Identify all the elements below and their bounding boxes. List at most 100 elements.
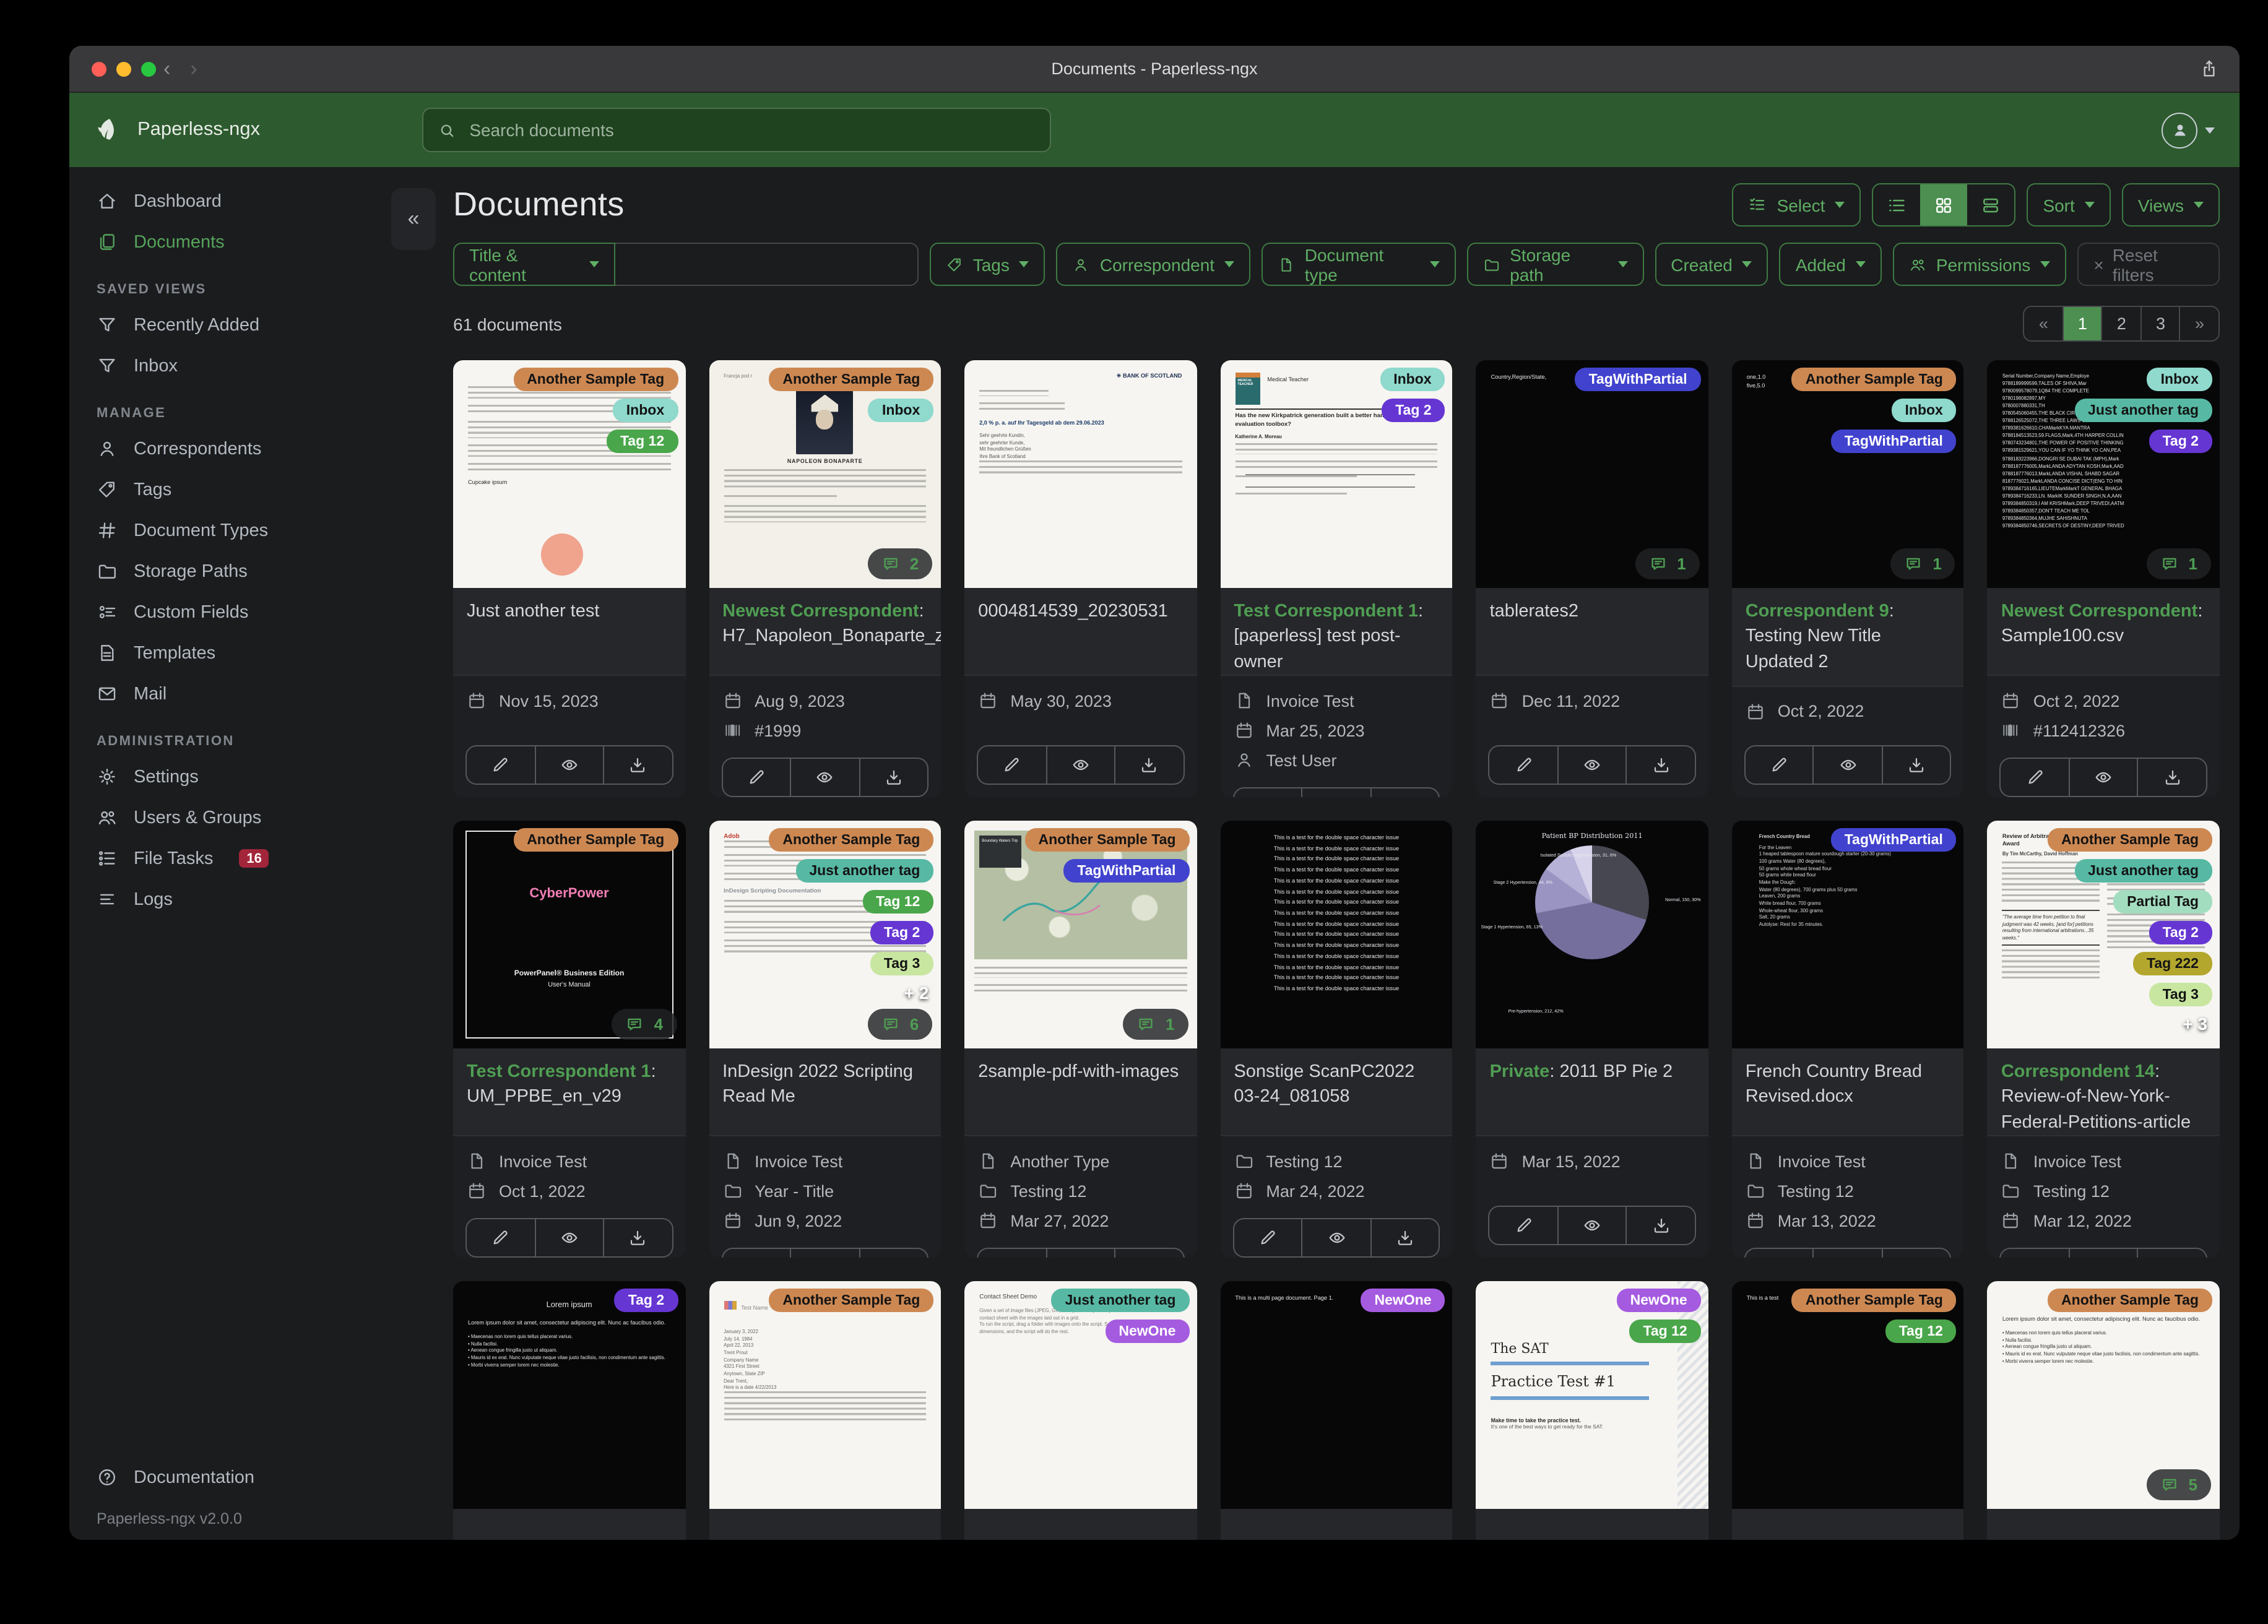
document-title-box[interactable]: Sonstige ScanPC2022 03-24_081058 — [1220, 1048, 1453, 1136]
sort-button[interactable]: Sort — [2027, 183, 2111, 227]
tag-pill[interactable]: Just another tag — [2074, 859, 2212, 883]
document-card[interactable]: French Country Bread For the Leaven 1 heap… — [1731, 821, 1964, 1258]
sidebar-item-settings[interactable]: Settings — [69, 756, 441, 797]
tag-pill[interactable]: Just another tag — [795, 859, 934, 883]
edit-document-button[interactable] — [467, 1219, 534, 1256]
tag-pill[interactable]: Tag 12 — [1629, 1320, 1701, 1343]
document-card[interactable]: ✳ BANK OF SCOTLAND 2,0 % p. a. auf Ihr T… — [964, 360, 1197, 797]
pagination-page-3[interactable]: 3 — [2140, 307, 2179, 340]
tag-pill[interactable]: NewOne — [1361, 1289, 1445, 1312]
view-document-button[interactable] — [2068, 1249, 2137, 1258]
document-title-box[interactable]: Newest Correspondent: Sample100.csv — [1987, 588, 2220, 676]
tag-pill[interactable]: Tag 12 — [606, 430, 678, 453]
document-title-box[interactable]: Just another test — [453, 588, 686, 676]
view-document-button[interactable] — [1301, 1219, 1370, 1256]
document-title-box[interactable]: Correspondent 9: Testing New Title Updat… — [1731, 588, 1964, 687]
zoom-window-button[interactable] — [141, 61, 156, 76]
edit-document-button[interactable] — [978, 746, 1045, 784]
view-list-button[interactable] — [1873, 184, 1920, 225]
tag-pill[interactable]: Another Sample Tag — [1791, 368, 1957, 391]
download-document-button[interactable] — [603, 1219, 672, 1256]
sidebar-item-correspondents[interactable]: Correspondents — [69, 428, 441, 469]
document-preview[interactable]: Serial Number,Company Name,Employe 978818… — [1987, 360, 2220, 588]
document-title-box[interactable] — [1987, 1509, 2220, 1540]
edit-document-button[interactable] — [1490, 746, 1557, 784]
edit-document-button[interactable] — [467, 746, 534, 784]
document-title-box[interactable] — [453, 1509, 686, 1540]
tags-filter-button[interactable]: Tags — [929, 243, 1045, 286]
document-card[interactable]: Lorem ipsum Lorem ipsum dolor sit amet, … — [1987, 1281, 2220, 1540]
document-preview[interactable]: one,1.0 five,5.0 Another Sample Tag Inbox Ta… — [1731, 360, 1964, 588]
search-input[interactable] — [467, 119, 1035, 141]
tag-pill[interactable]: Inbox — [1380, 368, 1445, 391]
document-card[interactable]: Test Name January 3, 2022 July 14, 1984 Ap… — [709, 1281, 941, 1540]
document-preview[interactable]: Adob InDesign Scripting Documentation An… — [709, 821, 941, 1048]
tag-pill[interactable]: Tag 12 — [862, 890, 934, 914]
view-grid-button[interactable] — [1920, 184, 1968, 225]
tag-pill[interactable]: Just another tag — [2074, 399, 2212, 422]
tag-pill[interactable]: Inbox — [1891, 399, 1957, 422]
edit-document-button[interactable] — [722, 1249, 790, 1258]
document-preview[interactable]: French Country Bread For the Leaven 1 heap… — [1731, 821, 1964, 1048]
reset-filters-button[interactable]: × Reset filters — [2077, 243, 2220, 286]
document-card[interactable]: The SAT Practice Test #1 Make time to ta… — [1476, 1281, 1708, 1540]
title-content-dropdown[interactable]: Title & content — [453, 243, 615, 286]
tag-pill[interactable]: TagWithPartial — [1063, 859, 1190, 883]
document-title-box[interactable] — [1731, 1509, 1964, 1540]
download-document-button[interactable] — [1625, 746, 1695, 784]
document-correspondent[interactable]: Test Correspondent 1 — [1234, 602, 1418, 621]
tag-pill[interactable]: Tag 2 — [870, 921, 934, 944]
pagination-page-1[interactable]: 1 — [2062, 307, 2101, 340]
document-title-box[interactable] — [1476, 1509, 1708, 1540]
sidebar-item-custom-fields[interactable]: Custom Fields — [69, 592, 441, 633]
permissions-filter-button[interactable]: Permissions — [1892, 243, 2067, 286]
document-preview[interactable]: This is a multi page document. Page 1. Ne… — [1220, 1281, 1453, 1509]
tag-pill[interactable]: Another Sample Tag — [769, 368, 934, 391]
document-preview[interactable]: Francja pod r NAPOLEON BONAPARTE Another… — [709, 360, 941, 588]
document-title-box[interactable]: 0004814539_20230531 — [964, 588, 1197, 676]
sidebar-item-documents[interactable]: Documents — [69, 222, 441, 262]
download-document-button[interactable] — [1114, 746, 1183, 784]
document-title-box[interactable]: Test Correspondent 1: [paperless] test p… — [1220, 588, 1453, 676]
view-document-button[interactable] — [534, 746, 603, 784]
view-document-button[interactable] — [790, 1249, 859, 1258]
document-card[interactable]: Adob InDesign Scripting Documentation An… — [709, 821, 941, 1258]
document-card[interactable]: Adobe Acrobat PDF Files Cupcake ipsumAno… — [453, 360, 686, 797]
tag-pill[interactable]: Tag 3 — [2149, 983, 2212, 1006]
document-preview[interactable]: This is a test Another Sample Tag Tag 12 — [1731, 1281, 1964, 1509]
document-title-box[interactable] — [964, 1509, 1197, 1540]
edit-document-button[interactable] — [1234, 1219, 1301, 1256]
select-button[interactable]: Select — [1732, 183, 1861, 227]
edit-document-button[interactable] — [722, 759, 790, 796]
view-document-button[interactable] — [1812, 746, 1882, 784]
document-title-box[interactable]: 2sample-pdf-with-images — [964, 1048, 1197, 1136]
document-title-box[interactable]: Newest Correspondent: H7_Napoleon_Bonapa… — [709, 588, 941, 676]
document-card[interactable]: This is a test for the double space char… — [1220, 821, 1453, 1258]
minimize-window-button[interactable] — [116, 61, 131, 76]
sidebar-collapse-button[interactable]: « — [391, 188, 436, 250]
document-correspondent[interactable]: Private — [1490, 1062, 1550, 1082]
view-document-button[interactable] — [1301, 788, 1370, 797]
document-preview[interactable]: CyberPower PowerPanel® Business Edition … — [453, 821, 686, 1048]
document-card[interactable]: This is a multi page document. Page 1. Ne… — [1220, 1281, 1453, 1540]
document-preview[interactable]: Contact Sheet Demo Given a set of image … — [964, 1281, 1197, 1509]
tag-pill[interactable]: NewOne — [1616, 1289, 1701, 1312]
document-correspondent[interactable]: Correspondent 9 — [1746, 602, 1889, 621]
tag-pill[interactable]: Another Sample Tag — [769, 828, 934, 852]
document-card[interactable]: This is a test Another Sample Tag Tag 12 — [1731, 1281, 1964, 1540]
download-document-button[interactable] — [1625, 1207, 1695, 1244]
download-document-button[interactable] — [1370, 788, 1439, 797]
document-preview[interactable]: Lorem ipsum Lorem ipsum dolor sit amet, … — [1987, 1281, 2220, 1509]
tag-pill[interactable]: TagWithPartial — [1830, 430, 1957, 453]
tag-pill[interactable]: TagWithPartial — [1575, 368, 1701, 391]
edit-document-button[interactable] — [2001, 1249, 2069, 1258]
document-card[interactable]: Serial Number,Company Name,Employe 978818… — [1987, 360, 2220, 797]
sidebar-item-storage-paths[interactable]: Storage Paths — [69, 551, 441, 592]
download-document-button[interactable] — [2137, 759, 2206, 796]
document-card[interactable]: Francja pod r NAPOLEON BONAPARTE Another… — [709, 360, 941, 797]
document-preview[interactable]: ✳ BANK OF SCOTLAND 2,0 % p. a. auf Ihr T… — [964, 360, 1197, 588]
edit-document-button[interactable] — [1746, 746, 1813, 784]
edit-document-button[interactable] — [1234, 788, 1301, 797]
tag-pill[interactable]: Inbox — [612, 399, 678, 422]
document-title-box[interactable]: tablerates2 — [1476, 588, 1708, 676]
